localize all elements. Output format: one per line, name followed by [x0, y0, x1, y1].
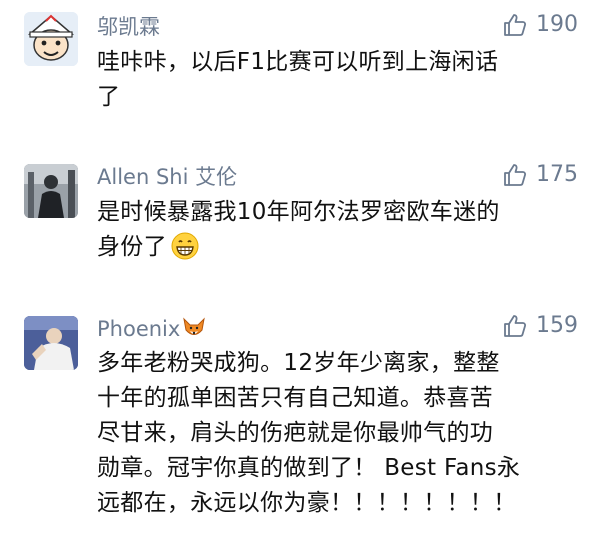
author-name-text: Phoenix [97, 317, 181, 341]
thumbs-up-icon [504, 315, 527, 337]
comment-text: 是时候暴露我10年阿尔法罗密欧车迷的 身份了 [97, 195, 572, 271]
comment-line: 勋章。冠宇你真的做到了！ Best Fans永 [97, 455, 521, 481]
avatar[interactable] [24, 12, 78, 66]
like-count: 159 [536, 313, 578, 338]
comment-line: 十年的孤单困苦只有自己知道。恭喜苦 [97, 385, 494, 411]
comment-line-text: 身份了 [97, 234, 167, 260]
cartoon-character-icon [24, 12, 78, 66]
comment-text: 多年老粉哭成狗。12岁年少离家，整整 十年的孤单困苦只有自己知道。恭喜苦 尽甘来… [97, 346, 572, 521]
comment-line: 尽甘来，肩头的伤疤就是你最帅气的功 [97, 420, 494, 446]
photo-icon [24, 164, 78, 218]
author-name[interactable]: Phoenix [97, 316, 206, 346]
like-count: 175 [536, 162, 578, 187]
fox-emoji-icon [182, 316, 206, 346]
thumbs-up-icon [504, 164, 527, 186]
comment-line: 多年老粉哭成狗。12岁年少离家，整整 [97, 350, 500, 376]
comment-line: 身份了 [97, 230, 572, 271]
author-name[interactable]: Allen Shi 艾伦 [97, 164, 237, 190]
comment-text: 哇咔咔，以后F1比赛可以听到上海闲话 了 [97, 45, 572, 115]
comment-line: 了 [97, 84, 121, 110]
avatar[interactable] [24, 164, 78, 218]
comment-line: 是时候暴露我10年阿尔法罗密欧车迷的 [97, 199, 500, 225]
like-button[interactable]: 159 [502, 313, 578, 339]
like-button[interactable]: 175 [502, 162, 578, 188]
comment-line: 哇咔咔，以后F1比赛可以听到上海闲话 [97, 49, 499, 75]
like-count: 190 [536, 12, 578, 37]
photo-icon [24, 316, 78, 370]
avatar[interactable] [24, 316, 78, 370]
like-button[interactable]: 190 [502, 12, 578, 38]
author-name[interactable]: 邬凯霖 [97, 14, 160, 40]
grinning-face-emoji-icon [171, 232, 199, 271]
comment-line: 远都在，永远以你为豪！！！！！！！！ [97, 490, 517, 516]
thumbs-up-icon [504, 14, 527, 36]
